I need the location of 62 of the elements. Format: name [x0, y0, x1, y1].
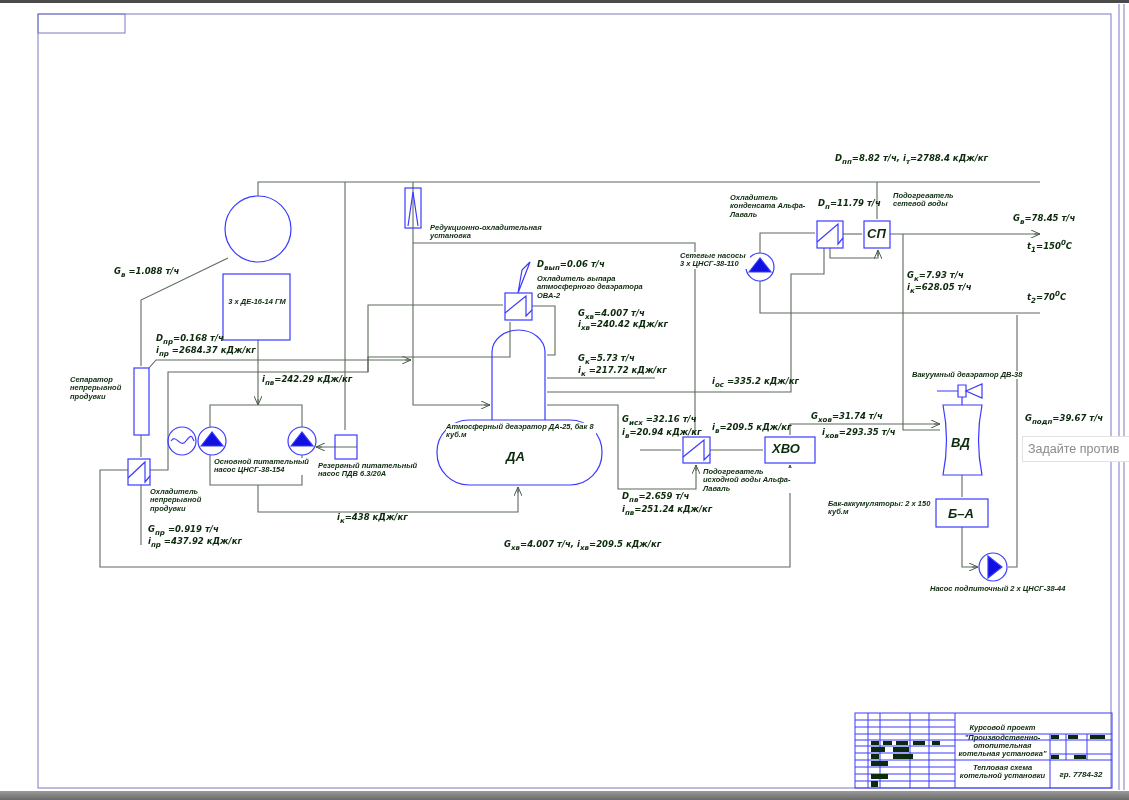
flow-value-label: G$_{в}$ =1.088 т/ч	[114, 267, 180, 279]
vapour-cooler	[504, 292, 533, 321]
network-heater	[863, 220, 891, 249]
water-treatment-box	[764, 436, 816, 464]
flow-value-label: D$_{пв}$=2.659 т/ч	[622, 492, 690, 504]
flow-value-label: D$_{пп}$=8.82 т/ч, i$_{т}$=2788.4 кДж/кг	[835, 154, 988, 166]
flow-value-label: G$_{хв}$=4.007 т/ч	[578, 309, 645, 321]
flow-value-label: i$_{пв}$=242.29 кДж/кг	[262, 375, 353, 387]
equipment-tag: ДА	[506, 450, 525, 465]
ejector-icon	[936, 383, 983, 406]
separator-vessel	[133, 367, 150, 436]
flow-value-label: i$_{пр}$ =2684.37 кДж/кг	[156, 346, 256, 358]
vacuum-deaerator	[942, 404, 983, 476]
flow-value-label: i$_{в}$=209.5 кДж/кг	[712, 423, 792, 435]
group-number: гр. 7784-32	[1058, 771, 1104, 780]
heat-exchanger	[127, 458, 151, 486]
pipeline	[961, 474, 963, 498]
rou-unit	[404, 187, 422, 229]
flow-value-label: i$_{к}$=438 кДж/кг	[337, 513, 408, 525]
pipeline	[140, 434, 142, 458]
flow-value-label: i$_{хв}$=240.42 кДж/кг	[578, 320, 668, 332]
flow-value-label: G$_{к}$=7.93 т/ч	[907, 271, 964, 283]
flow-value-label: G$_{в}$=78.45 т/ч	[1013, 214, 1076, 226]
boiler-unit	[222, 273, 291, 341]
tooltip: Задайте против	[1022, 436, 1129, 462]
boiler-drum	[224, 195, 292, 263]
pipeline	[829, 247, 883, 260]
flow-value-label: G$_{пр}$ =0.919 т/ч	[148, 525, 219, 537]
flow-value-label: i$_{пв}$=251.24 кДж/кг	[622, 505, 713, 517]
equipment-tag: ХВО	[772, 442, 800, 457]
pipeline	[709, 449, 764, 451]
flow-value-label: D$_{вып}$=0.06 т/ч	[537, 260, 605, 272]
heat-exchanger	[682, 436, 711, 464]
equipment-tag: СП	[867, 227, 886, 242]
flow-value-label: D$_{п}$=11.79 т/ч	[818, 199, 881, 211]
flow-value-label: D$_{пр}$=0.168 т/ч	[156, 334, 224, 346]
flow-value-label: G$_{к}$=5.73 т/ч	[578, 354, 635, 366]
pump-icon	[197, 426, 227, 456]
flow-value-label: G$_{хов}$=31.74 т/ч	[811, 412, 883, 424]
pump-icon	[745, 252, 775, 282]
storage-tank-box	[935, 498, 989, 528]
pump-icon	[978, 552, 1008, 582]
flow-value-label: G$_{хв}$=4.007 т/ч, i$_{хв}$=209.5 кДж/кг	[504, 540, 662, 552]
flow-value-label: i$_{в}$=20.94 кДж/кг	[622, 428, 702, 440]
flow-value-label: i$_{к}$=628.05 т/ч	[907, 283, 972, 295]
flow-value-label: G$_{исх}$ =32.16 т/ч	[622, 415, 697, 427]
heat-exchanger	[816, 220, 844, 249]
flow-value-label: i$_{хов}$=293.35 т/ч	[822, 428, 896, 440]
steam-turbine-box	[334, 434, 358, 460]
flow-value-label: i$_{к}$ =217.72 кДж/кг	[578, 366, 667, 378]
flow-value-label: i$_{ос}$ =335.2 кДж/кг	[712, 377, 800, 389]
equipment-tag: ВД	[951, 436, 970, 451]
pump-icon	[287, 426, 317, 456]
flow-value-label: G$_{подп}$=39.67 т/ч	[1025, 414, 1104, 426]
flow-value-label: t$_{1}$=150$^{0}$C	[1027, 239, 1073, 254]
equipment-tag: Б–А	[948, 507, 974, 522]
pipeline	[961, 526, 979, 572]
motor-icon	[167, 426, 197, 456]
flow-value-label: t$_{2}$=70$^{0}$C	[1027, 290, 1067, 305]
flow-value-label: i$_{пр}$ =437.92 кДж/кг	[148, 537, 242, 549]
vent-icon	[517, 261, 531, 294]
pipeline	[842, 233, 863, 235]
